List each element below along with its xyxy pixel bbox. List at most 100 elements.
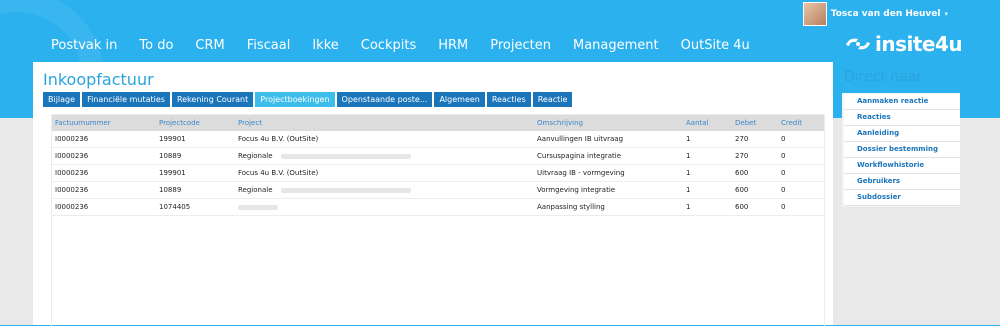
cell-text: 1 — [686, 135, 691, 143]
nav-item-ikke[interactable]: Ikke — [301, 38, 349, 53]
table-cell-omschrijving: Uitvraag IB - vormgeving — [534, 165, 683, 181]
sidebar-item-aanmaken-reactie[interactable]: Aanmaken reactie — [844, 94, 960, 110]
cell-text: Cursuspagina integratie — [537, 152, 622, 160]
table-cell-debet: 270 — [732, 131, 778, 147]
table-cell-credit: 0 — [778, 148, 824, 164]
insite-logo[interactable]: insite4u — [843, 32, 963, 56]
tab-projectboekingen[interactable]: Projectboekingen — [255, 92, 335, 107]
nav-item-management[interactable]: Management — [562, 38, 670, 53]
cell-text: 270 — [735, 152, 749, 160]
sidebar-list: Aanmaken reactie Reacties Aanleiding Dossie… — [842, 93, 960, 207]
nav-item-cockpits[interactable]: Cockpits — [350, 38, 427, 53]
table-cell-factuurnummer: I0000236 — [52, 131, 156, 147]
nav-item-hrm[interactable]: HRM — [427, 38, 479, 53]
cell-text: 0 — [781, 203, 786, 211]
cell-text: 1 — [686, 203, 691, 211]
table-cell-project — [235, 199, 534, 215]
table-cell-project: Focus 4u B.V. (OutSite) — [235, 165, 534, 181]
tab-algemeen[interactable]: Algemeen — [434, 92, 485, 107]
table-cell-projectcode: 10889 — [156, 182, 235, 198]
cell-text: 270 — [735, 135, 749, 143]
column-header-omschrijving[interactable]: Omschrijving — [534, 115, 683, 131]
table-cell-credit: 0 — [778, 165, 824, 181]
table-row[interactable]: I0000236 199901 Focus 4u B.V. (OutSite) Uit… — [52, 165, 824, 182]
cell-text: 1074405 — [159, 203, 191, 211]
cell-text: I0000236 — [55, 169, 89, 177]
tab-rekening-courant[interactable]: Rekening Courant — [171, 92, 254, 107]
table-cell-omschrijving: Aanvullingen IB uitvraag — [534, 131, 683, 147]
insite-logo-icon — [846, 38, 870, 50]
column-header-aantal[interactable]: Aantal — [683, 115, 732, 131]
table-cell-project: Regionale — [235, 182, 534, 198]
avatar — [802, 2, 827, 26]
nav-item-fiscaal[interactable]: Fiscaal — [236, 38, 302, 53]
tab-reactie[interactable]: Reactie — [532, 92, 573, 107]
table-cell-project: Regionale — [235, 148, 534, 164]
table-row[interactable]: I0000236 1074405 Aanpassing stylling 1 600 0 — [52, 199, 824, 216]
table-cell-omschrijving: Vormgeving integratie — [534, 182, 683, 198]
table-row[interactable]: I0000236 199901 Focus 4u B.V. (OutSite) Aan… — [52, 131, 824, 148]
table-row[interactable]: I0000236 10889 Regionale Cursuspagina integ… — [52, 148, 824, 165]
cell-text: Focus 4u B.V. (OutSite) — [238, 135, 319, 143]
table-cell-aantal: 1 — [683, 148, 732, 164]
sidebar-item-gebruikers[interactable]: Gebruikers — [844, 174, 960, 190]
nav-item-to-do[interactable]: To do — [128, 38, 184, 53]
column-header-project[interactable]: Project — [235, 115, 534, 131]
column-header-credit[interactable]: Credit — [778, 115, 824, 131]
cell-text: Aanvullingen IB uitvraag — [537, 135, 624, 143]
cell-text: 1 — [686, 186, 691, 194]
cell-text: I0000236 — [55, 135, 89, 143]
nav-item-outsite-4u[interactable]: OutSite 4u — [670, 38, 761, 53]
table-cell-omschrijving: Aanpassing stylling — [534, 199, 683, 215]
main-panel: Inkoopfactuur Bijlage Financiële mutaties… — [33, 62, 833, 326]
chevron-down-icon: ▾ — [944, 10, 948, 18]
cell-text: I0000236 — [55, 203, 89, 211]
table-cell-projectcode: 10889 — [156, 148, 235, 164]
table-cell-credit: 0 — [778, 131, 824, 147]
user-menu[interactable]: Tosca van den Heuvel ▾ — [802, 2, 948, 26]
table-header: Factuurnummer Projectcode Project Omschrijv… — [52, 115, 824, 131]
bookings-table: Factuurnummer Projectcode Project Omschrijv… — [51, 114, 825, 326]
main-navigation: Postvak in To do CRM Fiscaal Ikke Cockpits HRM… — [40, 38, 761, 53]
redacted-text — [238, 204, 278, 210]
sidebar-item-workflowhistorie[interactable]: Workflowhistorie — [844, 158, 960, 174]
column-header-projectcode[interactable]: Projectcode — [156, 115, 235, 131]
tab-openstaande-poste[interactable]: Openstaande poste... — [336, 92, 433, 107]
table-cell-credit: 0 — [778, 182, 824, 198]
nav-item-postvak-in[interactable]: Postvak in — [40, 38, 128, 53]
sidebar: Direct naar Aanmaken reactie Reacties Aanl… — [842, 62, 960, 207]
sidebar-item-subdossier[interactable]: Subdossier — [844, 190, 960, 206]
sidebar-item-reacties[interactable]: Reacties — [844, 110, 960, 126]
tab-bijlage[interactable]: Bijlage — [43, 92, 81, 107]
column-header-factuurnummer[interactable]: Factuurnummer — [52, 115, 156, 131]
cell-text: Regionale — [238, 152, 273, 160]
table-cell-factuurnummer: I0000236 — [52, 199, 156, 215]
nav-item-projecten[interactable]: Projecten — [479, 38, 562, 53]
cell-text: Uitvraag IB - vormgeving — [537, 169, 625, 177]
cell-text: 0 — [781, 186, 786, 194]
tab-bar: Bijlage Financiële mutaties Rekening Coura… — [43, 92, 573, 107]
table-cell-debet: 600 — [732, 199, 778, 215]
cell-text: 199901 — [159, 169, 186, 177]
tab-reacties[interactable]: Reacties — [486, 92, 531, 107]
column-header-debet[interactable]: Debet — [732, 115, 778, 131]
sidebar-item-aanleiding[interactable]: Aanleiding — [844, 126, 960, 142]
cell-text: 600 — [735, 169, 749, 177]
table-cell-aantal: 1 — [683, 131, 732, 147]
cell-text: Regionale — [238, 186, 273, 194]
sidebar-title: Direct naar — [844, 69, 923, 85]
user-name: Tosca van den Heuvel — [830, 9, 941, 19]
table-cell-omschrijving: Cursuspagina integratie — [534, 148, 683, 164]
table-cell-factuurnummer: I0000236 — [52, 148, 156, 164]
table-cell-projectcode: 1074405 — [156, 199, 235, 215]
cell-text: 0 — [781, 152, 786, 160]
cell-text: 600 — [735, 186, 749, 194]
cell-text: 600 — [735, 203, 749, 211]
tab-financi-le-mutaties[interactable]: Financiële mutaties — [82, 92, 170, 107]
nav-item-crm[interactable]: CRM — [184, 38, 235, 53]
sidebar-item-dossier-bestemming[interactable]: Dossier bestemming — [844, 142, 960, 158]
table-row[interactable]: I0000236 10889 Regionale Vormgeving integra… — [52, 182, 824, 199]
cell-text: Vormgeving integratie — [537, 186, 616, 194]
table-cell-factuurnummer: I0000236 — [52, 165, 156, 181]
table-cell-aantal: 1 — [683, 165, 732, 181]
